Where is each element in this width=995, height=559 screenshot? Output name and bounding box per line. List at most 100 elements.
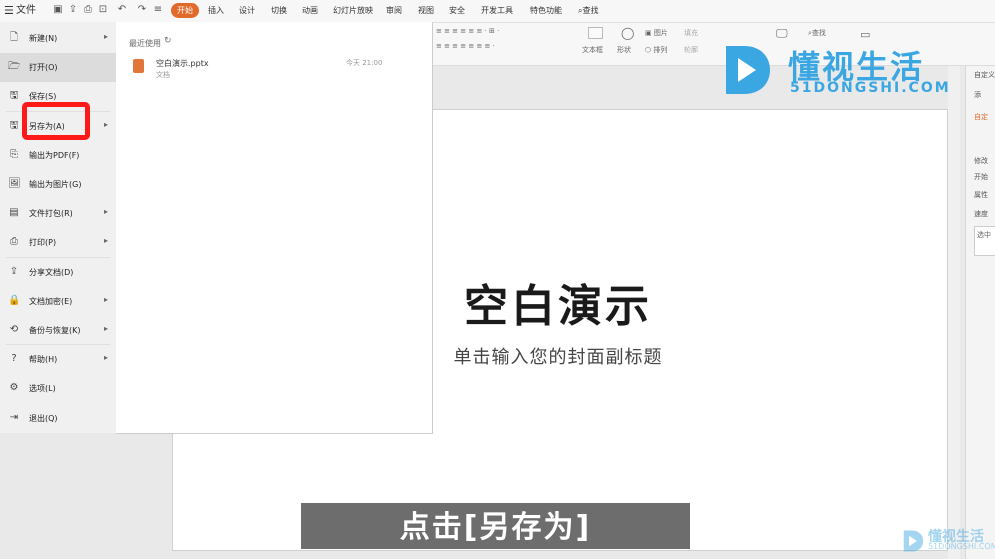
tab-slideshow[interactable]: 幻灯片放映: [333, 3, 373, 18]
file-menu-item-label: 保存(S): [29, 92, 57, 102]
gear-icon: ⚙: [9, 382, 19, 394]
submenu-arrow-icon: ▸: [104, 294, 109, 304]
file-menu-item-label: 输出为PDF(F): [29, 150, 80, 160]
lock-icon: 🔒: [8, 294, 21, 306]
file-menu-item-label: 文件打包(R): [29, 209, 73, 219]
textbox-button[interactable]: 文本框: [582, 45, 603, 55]
print-icon: ⎙: [10, 236, 18, 248]
export-quick-icon[interactable]: ⇪: [67, 3, 79, 17]
file-menu-item[interactable]: 🗋 新建(N) ▸: [0, 24, 116, 53]
submenu-arrow-icon: ▸: [104, 353, 109, 363]
highlight-box: [22, 102, 90, 140]
file-menu-item[interactable]: 🖼 输出为图片(G): [0, 170, 116, 199]
video-caption: 点击[另存为]: [301, 503, 690, 549]
file-menu-item-label: 新建(N): [29, 34, 58, 43]
submenu-arrow-icon: ▸: [104, 207, 109, 217]
tab-insert[interactable]: 插入: [208, 3, 224, 18]
file-menu-item[interactable]: ⎘ 输出为PDF(F): [0, 141, 116, 170]
picture-icon: ▣: [645, 29, 652, 37]
arrange-button[interactable]: ⬡ 排列: [645, 45, 667, 55]
image-icon: 🖼: [8, 178, 21, 189]
exit-icon: ⇥: [9, 411, 19, 423]
custom-animation-pane: 自定义 添 自定 修改 开始 属性 速度 选中: [965, 66, 995, 559]
undo-icon[interactable]: ↶: [116, 3, 128, 17]
file-menu-label: 文件: [16, 5, 36, 16]
outline-button[interactable]: 轮廓: [684, 45, 698, 55]
watermark-small-en: 51DONGSHI.COM: [928, 542, 995, 551]
play-logo-icon: [726, 46, 770, 94]
textbox-icon: [588, 27, 603, 39]
monitor-icon: 🖵: [776, 26, 788, 40]
share-icon: ⇪: [9, 265, 19, 277]
fill-button[interactable]: 填充: [684, 28, 698, 38]
tab-security[interactable]: 安全: [449, 3, 465, 18]
tab-transition[interactable]: 切换: [271, 3, 287, 18]
tab-home[interactable]: 开始: [171, 3, 199, 18]
animation-list-hint: 选中: [977, 231, 991, 239]
tab-developer[interactable]: 开发工具: [481, 3, 513, 18]
recent-file-location: 文档: [156, 71, 170, 79]
tab-animation[interactable]: 动画: [302, 3, 318, 18]
pptx-file-icon: [133, 59, 144, 73]
search-button[interactable]: ⌕查找: [578, 3, 598, 18]
pane-custom-link[interactable]: 自定: [974, 112, 988, 122]
file-menu-item[interactable]: ⇪ 分享文档(D): [0, 258, 116, 287]
recent-file-name: 空白演示.pptx: [156, 59, 209, 68]
preview-quick-icon[interactable]: ⊡: [97, 3, 109, 17]
save-quick-icon[interactable]: ▣: [52, 3, 64, 17]
tab-review[interactable]: 审阅: [386, 3, 402, 18]
save-as-icon: 🖫: [9, 119, 19, 131]
play-logo-small-icon: [903, 530, 924, 552]
hamburger-icon: ☰: [4, 4, 14, 17]
file-menu-item[interactable]: ⟲ 备份与恢复(K) ▸: [0, 316, 116, 345]
file-menu-item-label: 打开(O): [29, 63, 58, 73]
tab-features[interactable]: 特色功能: [530, 3, 562, 18]
new-file-icon: 🗋: [9, 32, 19, 43]
recent-files-panel: 最近使用 ↻ 空白演示.pptx 文档 今天 21:00: [116, 22, 433, 434]
submenu-arrow-icon: ▸: [104, 119, 109, 129]
save-icon: 🖫: [9, 90, 19, 102]
file-menu-item[interactable]: ? 帮助(H) ▸: [0, 345, 116, 374]
watermark-small: 懂视生活 51DONGSHI.COM: [902, 526, 995, 556]
submenu-arrow-icon: ▸: [104, 32, 109, 41]
align-controls-row1[interactable]: ≡ ≡ ≡ ≡ ≡ ≡ · ⊞ ·: [436, 27, 499, 35]
pane-modify-label: 修改: [974, 157, 988, 165]
package-icon: ▤: [9, 207, 19, 219]
redo-icon[interactable]: ↷: [136, 3, 148, 17]
animation-list[interactable]: 选中: [974, 226, 995, 256]
align-controls-row2[interactable]: ≡ ≡ ≡ ≡ ≡ ≡ ≡ ·: [436, 42, 495, 50]
pdf-icon: ⎘: [10, 148, 18, 160]
file-menu-item[interactable]: 🗁 打开(O): [0, 53, 116, 83]
backup-icon: ⟲: [9, 324, 19, 335]
vertical-scrollbar[interactable]: [948, 66, 960, 559]
customize-quick-icon[interactable]: ≡: [152, 3, 164, 17]
shape-button[interactable]: 形状: [617, 45, 631, 55]
file-menu-item-label: 分享文档(D): [29, 267, 74, 277]
arrange-label: 排列: [653, 46, 668, 54]
picture-button[interactable]: ▣ 图片: [645, 28, 668, 38]
pane-title: 自定义: [974, 71, 995, 79]
ribbon-tab-bar: ☰ 文件 ▣ ⇪ ⎙ ⊡ ↶ ↷ ≡ 开始 插入 设计 切换 动画 幻灯片放映 …: [0, 0, 995, 23]
pane-start-label: 开始: [974, 173, 988, 181]
file-menu-panel: 🗋 新建(N) ▸ 🗁 打开(O) 🖫 保存(S) 🖫 另存为(A) ▸ ⎘ 输出为PDF(F) 🖼 输出…: [0, 22, 117, 433]
recent-heading: 最近使用: [129, 39, 161, 48]
submenu-arrow-icon: ▸: [104, 236, 109, 246]
file-menu-item-label: 帮助(H): [29, 355, 58, 365]
search-label: 查找: [582, 6, 599, 15]
tab-design[interactable]: 设计: [239, 3, 255, 18]
tab-view[interactable]: 视图: [418, 3, 434, 18]
file-menu-item[interactable]: ⇥ 退出(Q): [0, 404, 116, 433]
slide-icon[interactable]: ▭: [860, 28, 870, 41]
file-menu-item[interactable]: 🔒 文档加密(E) ▸: [0, 287, 116, 316]
pane-property-label: 属性: [974, 191, 988, 199]
pane-add-effect[interactable]: 添: [974, 90, 981, 100]
file-menu-item-label: 输出为图片(G): [29, 180, 82, 189]
file-menu-item-label: 打印(P): [29, 238, 57, 248]
file-menu-item[interactable]: ⎙ 打印(P) ▸: [0, 228, 116, 257]
file-menu-button[interactable]: ☰ 文件: [0, 2, 44, 20]
file-menu-item[interactable]: ⚙ 选项(L): [0, 374, 116, 403]
print-quick-icon[interactable]: ⎙: [82, 3, 94, 17]
refresh-icon[interactable]: ↻: [164, 36, 172, 46]
find-button[interactable]: ⌕查找: [808, 28, 826, 38]
file-menu-item[interactable]: ▤ 文件打包(R) ▸: [0, 199, 116, 228]
